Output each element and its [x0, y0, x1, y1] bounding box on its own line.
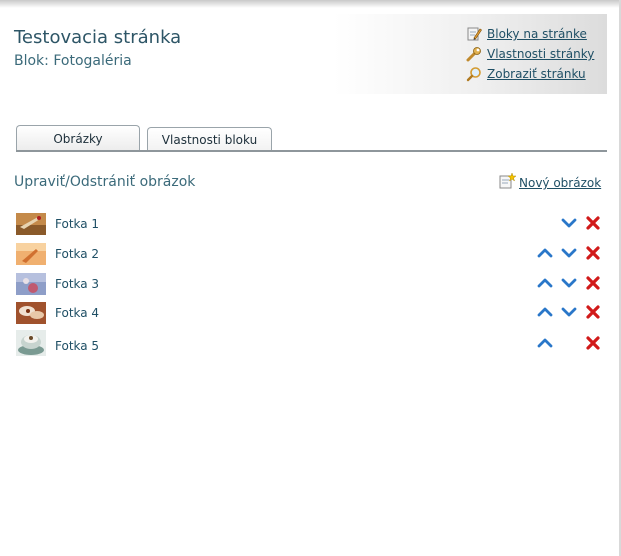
image-row: Fotka 1 — [0, 211, 621, 237]
image-thumbnail[interactable] — [16, 243, 46, 265]
delete-icon[interactable] — [585, 215, 601, 231]
image-name[interactable]: Fotka 4 — [55, 306, 99, 320]
image-name[interactable]: Fotka 2 — [55, 247, 99, 261]
image-row: Fotka 3 — [0, 271, 621, 297]
block-label: Blok: Fotogaléria — [14, 53, 132, 69]
delete-icon[interactable] — [585, 335, 601, 351]
new-image-label: Nový obrázok — [519, 176, 602, 190]
image-row: Fotka 4 — [0, 300, 621, 326]
magnifier-icon — [466, 66, 484, 82]
move-down-icon[interactable] — [561, 215, 577, 231]
delete-icon[interactable] — [585, 304, 601, 320]
page-title: Testovacia stránka — [14, 27, 182, 48]
header-links: Bloky na stránke Vlastnosti stránky Zobr… — [466, 24, 594, 84]
image-thumbnail[interactable] — [16, 213, 46, 235]
delete-icon[interactable] — [585, 275, 601, 291]
image-name[interactable]: Fotka 1 — [55, 217, 99, 231]
move-up-icon[interactable] — [537, 304, 553, 320]
delete-icon[interactable] — [585, 245, 601, 261]
view-page-link[interactable]: Zobraziť stránku — [466, 64, 594, 84]
view-page-label: Zobraziť stránku — [487, 67, 586, 81]
image-thumbnail[interactable] — [16, 302, 46, 324]
image-thumbnail[interactable] — [16, 273, 46, 295]
move-up-icon[interactable] — [537, 275, 553, 291]
image-name[interactable]: Fotka 3 — [55, 277, 99, 291]
wrench-icon — [466, 46, 484, 62]
tab-divider — [16, 150, 607, 152]
move-up-icon[interactable] — [537, 335, 553, 351]
image-row: Fotka 2 — [0, 241, 621, 267]
image-row: Fotka 5 — [0, 330, 621, 356]
move-down-icon[interactable] — [561, 304, 577, 320]
new-image-link[interactable]: Nový obrázok — [498, 172, 601, 194]
tab-block-properties[interactable]: Vlastnosti bloku — [147, 127, 272, 151]
blocks-on-page-link[interactable]: Bloky na stránke — [466, 24, 594, 44]
move-down-icon[interactable] — [561, 245, 577, 261]
move-up-icon[interactable] — [537, 245, 553, 261]
page-properties-link[interactable]: Vlastnosti stránky — [466, 44, 594, 64]
page-properties-label: Vlastnosti stránky — [487, 47, 595, 61]
section-title: Upraviť/Odstrániť obrázok — [14, 174, 196, 190]
blocks-on-page-label: Bloky na stránke — [487, 27, 587, 41]
tab-images[interactable]: Obrázky — [16, 125, 140, 151]
pencil-page-icon — [466, 26, 484, 42]
image-name[interactable]: Fotka 5 — [55, 339, 99, 353]
new-image-icon — [498, 172, 517, 194]
move-down-icon[interactable] — [561, 275, 577, 291]
top-shadow — [0, 0, 621, 8]
image-thumbnail[interactable] — [16, 330, 46, 356]
